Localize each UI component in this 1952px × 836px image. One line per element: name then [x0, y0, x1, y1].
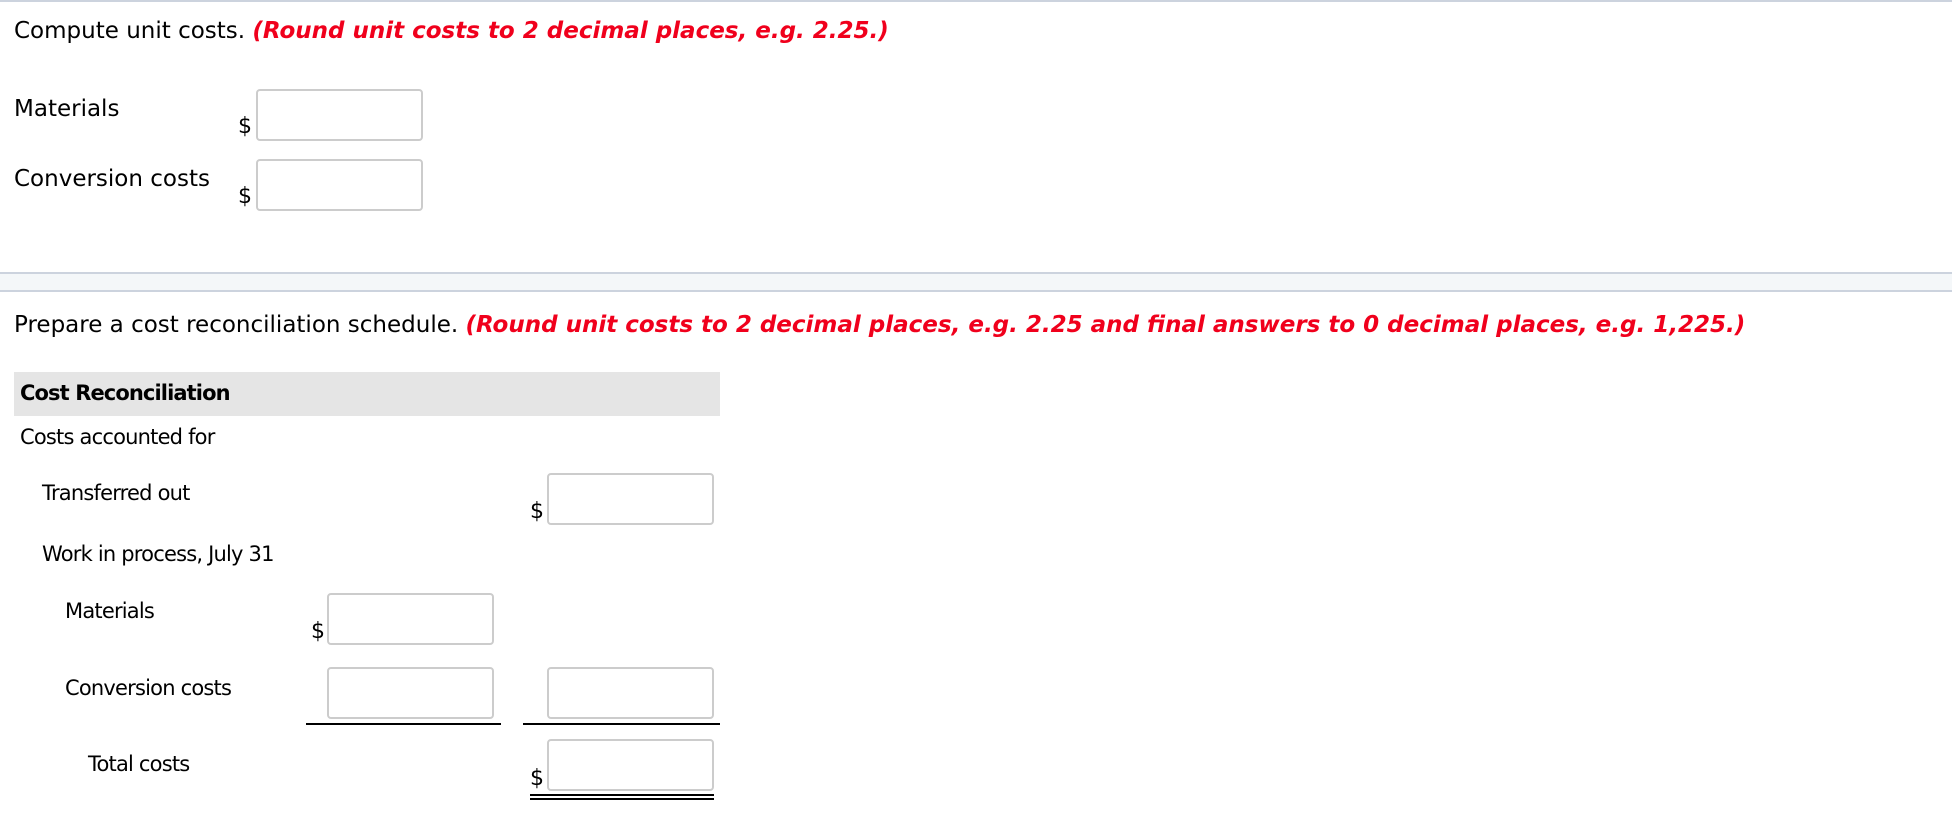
- unit-conversion-label: Conversion costs: [14, 166, 210, 192]
- unit-costs-instruction: (Round unit costs to 2 decimal places, e…: [252, 18, 889, 44]
- subtotal-underline: [523, 723, 720, 725]
- reconciliation-question: Prepare a cost reconciliation schedule. …: [14, 312, 1745, 338]
- unit-materials-input[interactable]: [256, 89, 423, 141]
- dollar-sign: $: [238, 184, 252, 209]
- unit-costs-question: Compute unit costs. (Round unit costs to…: [14, 18, 889, 44]
- wip-materials-label: Materials: [65, 599, 155, 623]
- wip-conversion-input[interactable]: [327, 667, 494, 719]
- wip-materials-input[interactable]: [327, 593, 494, 645]
- transferred-out-label: Transferred out: [42, 481, 190, 505]
- costs-accounted-for-label: Costs accounted for: [20, 425, 215, 449]
- reconciliation-prompt: Prepare a cost reconciliation schedule.: [14, 312, 459, 338]
- total-double-underline-top: [530, 794, 714, 796]
- reconciliation-instruction: (Round unit costs to 2 decimal places, e…: [465, 312, 1746, 338]
- top-divider: [0, 0, 1952, 2]
- subtotal-underline: [306, 723, 501, 725]
- dollar-sign: $: [530, 766, 544, 791]
- table-title: Cost Reconciliation: [20, 381, 231, 405]
- dollar-sign: $: [311, 619, 325, 644]
- wip-total-input[interactable]: [547, 667, 714, 719]
- table-header: Cost Reconciliation: [14, 372, 720, 416]
- total-costs-input[interactable]: [547, 739, 714, 791]
- total-double-underline-bottom: [530, 798, 714, 800]
- transferred-out-input[interactable]: [547, 473, 714, 525]
- unit-conversion-input[interactable]: [256, 159, 423, 211]
- unit-costs-prompt: Compute unit costs.: [14, 18, 246, 44]
- dollar-sign: $: [238, 114, 252, 139]
- section-separator: [0, 272, 1952, 292]
- wip-label: Work in process, July 31: [42, 542, 274, 566]
- total-costs-label: Total costs: [88, 752, 190, 776]
- wip-conversion-label: Conversion costs: [65, 676, 232, 700]
- unit-materials-label: Materials: [14, 96, 120, 122]
- dollar-sign: $: [530, 499, 544, 524]
